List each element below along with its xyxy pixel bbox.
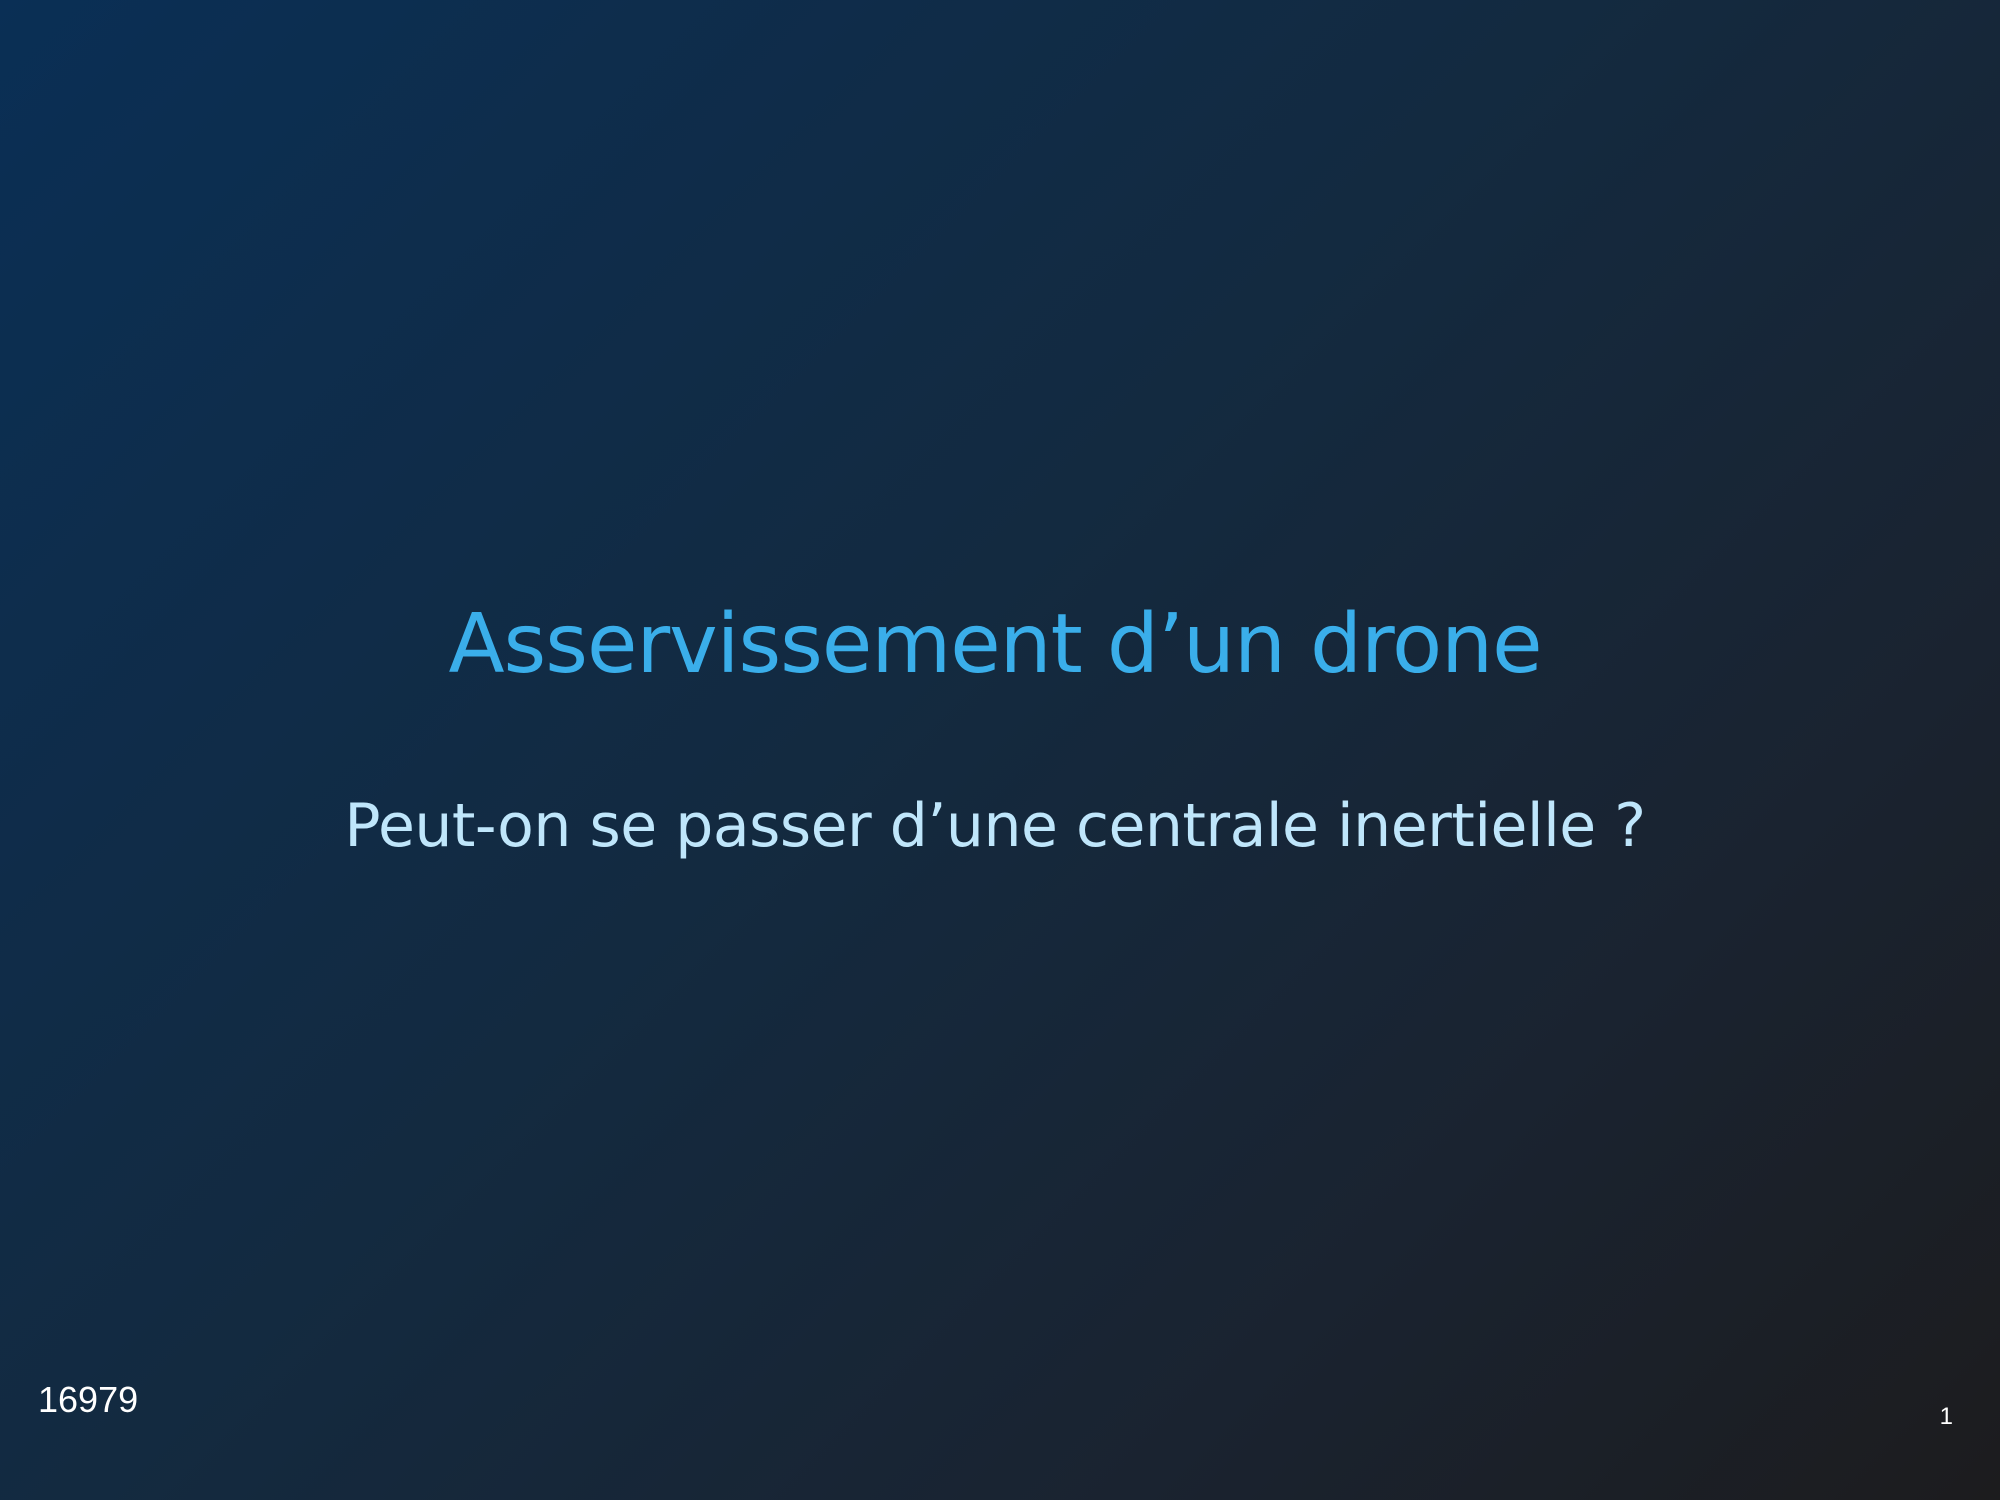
- slide-footer-id: 16979: [38, 1379, 139, 1420]
- page-number: 1: [1939, 1403, 1953, 1430]
- slide-title: Asservissement d’un drone: [448, 597, 1542, 692]
- presentation-slide: Asservissement d’un drone Peut-on se pas…: [0, 0, 2000, 1500]
- slide-subtitle: Peut-on se passer d’une centrale inertie…: [344, 791, 1646, 861]
